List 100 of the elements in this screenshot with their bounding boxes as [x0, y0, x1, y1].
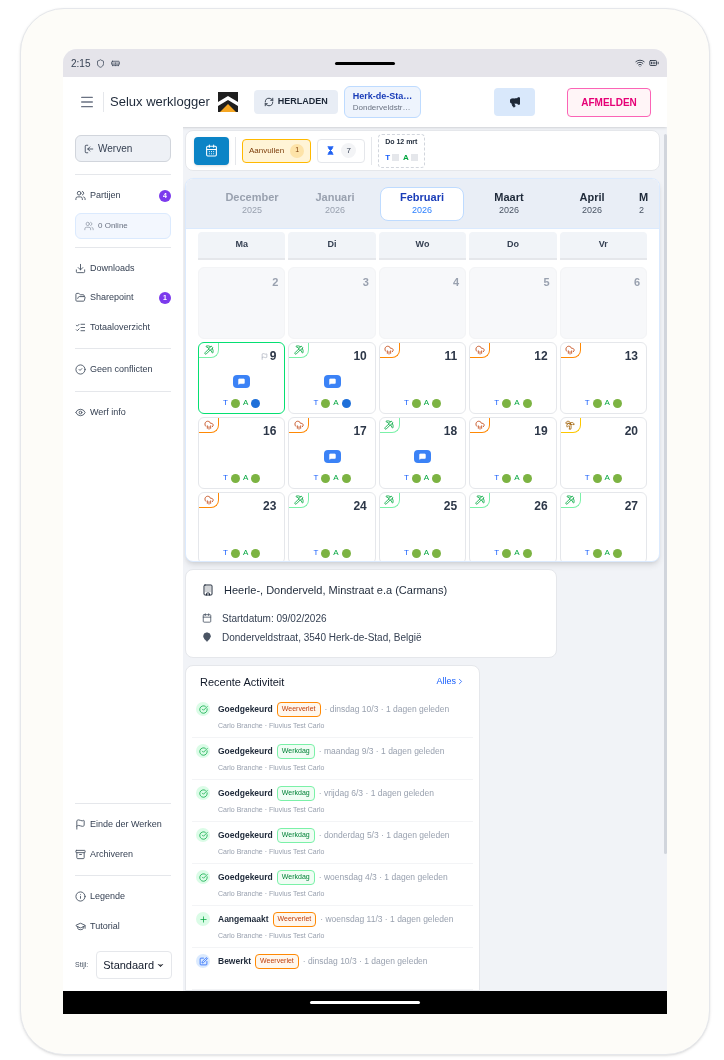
- weekday-header: Vr: [559, 232, 647, 261]
- pending-button[interactable]: 7: [317, 138, 366, 163]
- speech-bubble-icon: [238, 377, 246, 385]
- sidebar-item[interactable]: Tutorial: [75, 919, 120, 933]
- logout-button[interactable]: AFMELDEN: [567, 87, 651, 117]
- pickaxe-icon: [474, 495, 485, 506]
- status-letter: T: [494, 547, 500, 560]
- style-select[interactable]: Standaard: [96, 951, 172, 979]
- activity-meta: · vrijdag 6/3 · 1 dagen geleden: [318, 786, 434, 800]
- calendar-icon: [205, 144, 218, 158]
- sidebar-item[interactable]: Einde der Werken: [75, 818, 162, 832]
- sidebar-item[interactable]: Archiveren: [75, 847, 134, 861]
- day-cell[interactable]: 16 T A: [198, 417, 286, 490]
- day-cell[interactable]: 24 T A: [288, 492, 376, 561]
- day-cell[interactable]: 25 T A: [378, 492, 467, 561]
- status-letter: T: [223, 547, 228, 560]
- day-cell[interactable]: 11 T A: [378, 342, 467, 415]
- day-cell[interactable]: 10 T A: [288, 342, 376, 415]
- megaphone-icon: [508, 96, 521, 108]
- day-cell[interactable]: 9 T A: [198, 342, 286, 415]
- day-cell[interactable]: 18 T A: [378, 417, 467, 490]
- sidebar-item[interactable]: Totaaloverzicht: [75, 320, 151, 334]
- comment-button[interactable]: [323, 449, 341, 463]
- month-tab[interactable]: M 2: [637, 186, 655, 221]
- reload-button[interactable]: HERLADEN: [253, 90, 338, 114]
- activity-meta: · woensdag 11/3 · 1 dagen geleden: [320, 912, 454, 926]
- day-cell[interactable]: 13 T A: [559, 342, 647, 415]
- all-link[interactable]: Alles: [436, 675, 465, 689]
- month-tab[interactable]: Maart 2026: [471, 186, 547, 221]
- status-letter: A: [514, 472, 520, 485]
- status-letter: A: [333, 472, 339, 485]
- sidebar-item[interactable]: Partijen: [75, 189, 121, 203]
- day-cell[interactable]: 27 T A: [559, 492, 647, 561]
- hourglass-icon: [326, 146, 336, 156]
- menu-icon[interactable]: [79, 94, 95, 110]
- day-number: 23: [263, 498, 277, 516]
- comment-button[interactable]: [323, 374, 341, 388]
- status-letter: A: [604, 472, 610, 485]
- pen-icon: [196, 954, 210, 968]
- back-button[interactable]: Werven: [75, 135, 171, 162]
- day-number: 17: [353, 423, 367, 441]
- chevron-right-icon: [456, 677, 465, 687]
- status-square: [410, 154, 418, 162]
- day-cell[interactable]: 12 T A: [469, 342, 557, 415]
- comment-button[interactable]: [414, 449, 431, 463]
- announcement-button[interactable]: [494, 88, 535, 116]
- check-circle-icon: [196, 702, 210, 716]
- sidebar-item[interactable]: Legende: [75, 890, 126, 904]
- month-tab[interactable]: Februari 2026: [380, 186, 464, 221]
- activity-title: Recente Activiteit: [200, 674, 285, 690]
- location-button[interactable]: Herk-de-Sta… Donderveldstr…: [343, 86, 422, 118]
- checklist-icon: [75, 321, 86, 333]
- status-letter: T: [313, 397, 319, 410]
- status-letter: T: [584, 472, 590, 485]
- info-icon: [75, 891, 86, 903]
- sidebar-item[interactable]: Sharepoint: [75, 291, 134, 305]
- activity-action: Goedgekeurd: [218, 828, 273, 842]
- status-square: [392, 154, 400, 162]
- memory-card-icon: [111, 58, 121, 68]
- people-icon: [84, 220, 94, 231]
- plus-icon: [196, 912, 210, 926]
- day-cell[interactable]: 23 T A: [198, 492, 286, 561]
- status-letter: A: [604, 547, 610, 560]
- activity-meta: · dinsdag 10/3 · 1 dagen geleden: [302, 954, 428, 968]
- rain-cloud-icon: [203, 420, 214, 431]
- pickaxe-icon: [565, 495, 576, 506]
- people-icon: [75, 190, 86, 202]
- sidebar-item[interactable]: Werf info: [75, 405, 126, 419]
- graduation-cap-icon: [75, 920, 86, 932]
- sidebar-item[interactable]: Geen conflicten: [75, 363, 153, 377]
- calendar-button[interactable]: [194, 136, 229, 165]
- sidebar-item[interactable]: Downloads: [75, 261, 135, 275]
- rain-cloud-icon: [474, 345, 485, 356]
- pickaxe-icon: [203, 345, 214, 356]
- day-number: 5: [543, 275, 550, 291]
- day-cell[interactable]: 26 T A: [469, 492, 557, 561]
- day-number: 27: [624, 498, 638, 516]
- activity-action: Goedgekeurd: [218, 702, 273, 716]
- speech-bubble-icon: [419, 452, 426, 460]
- check-circle-icon: [75, 364, 86, 376]
- day-cell[interactable]: 20 T A: [559, 417, 647, 490]
- exit-arrow-icon: [84, 143, 94, 154]
- day-cell[interactable]: 17 T A: [288, 417, 376, 490]
- activity-action: Goedgekeurd: [218, 744, 273, 758]
- month-tab[interactable]: April 2026: [554, 186, 630, 221]
- check-circle-icon: [196, 744, 210, 758]
- speech-bubble-icon: [328, 377, 336, 385]
- status-letter: A: [423, 472, 430, 485]
- status-letter: T: [494, 397, 500, 410]
- rain-cloud-icon: [203, 495, 214, 506]
- shield-icon: [96, 58, 106, 68]
- speech-bubble-icon: [328, 452, 336, 460]
- day-number: 16: [263, 423, 277, 441]
- day-number: 6: [633, 275, 640, 291]
- refresh-icon: [263, 97, 274, 107]
- activity-meta: · donderdag 5/3 · 1 dagen geleden: [318, 828, 450, 842]
- comment-button[interactable]: [233, 374, 251, 388]
- status-letter: A: [333, 547, 339, 560]
- day-cell[interactable]: 19 T A: [469, 417, 557, 490]
- day-number: 19: [534, 423, 548, 441]
